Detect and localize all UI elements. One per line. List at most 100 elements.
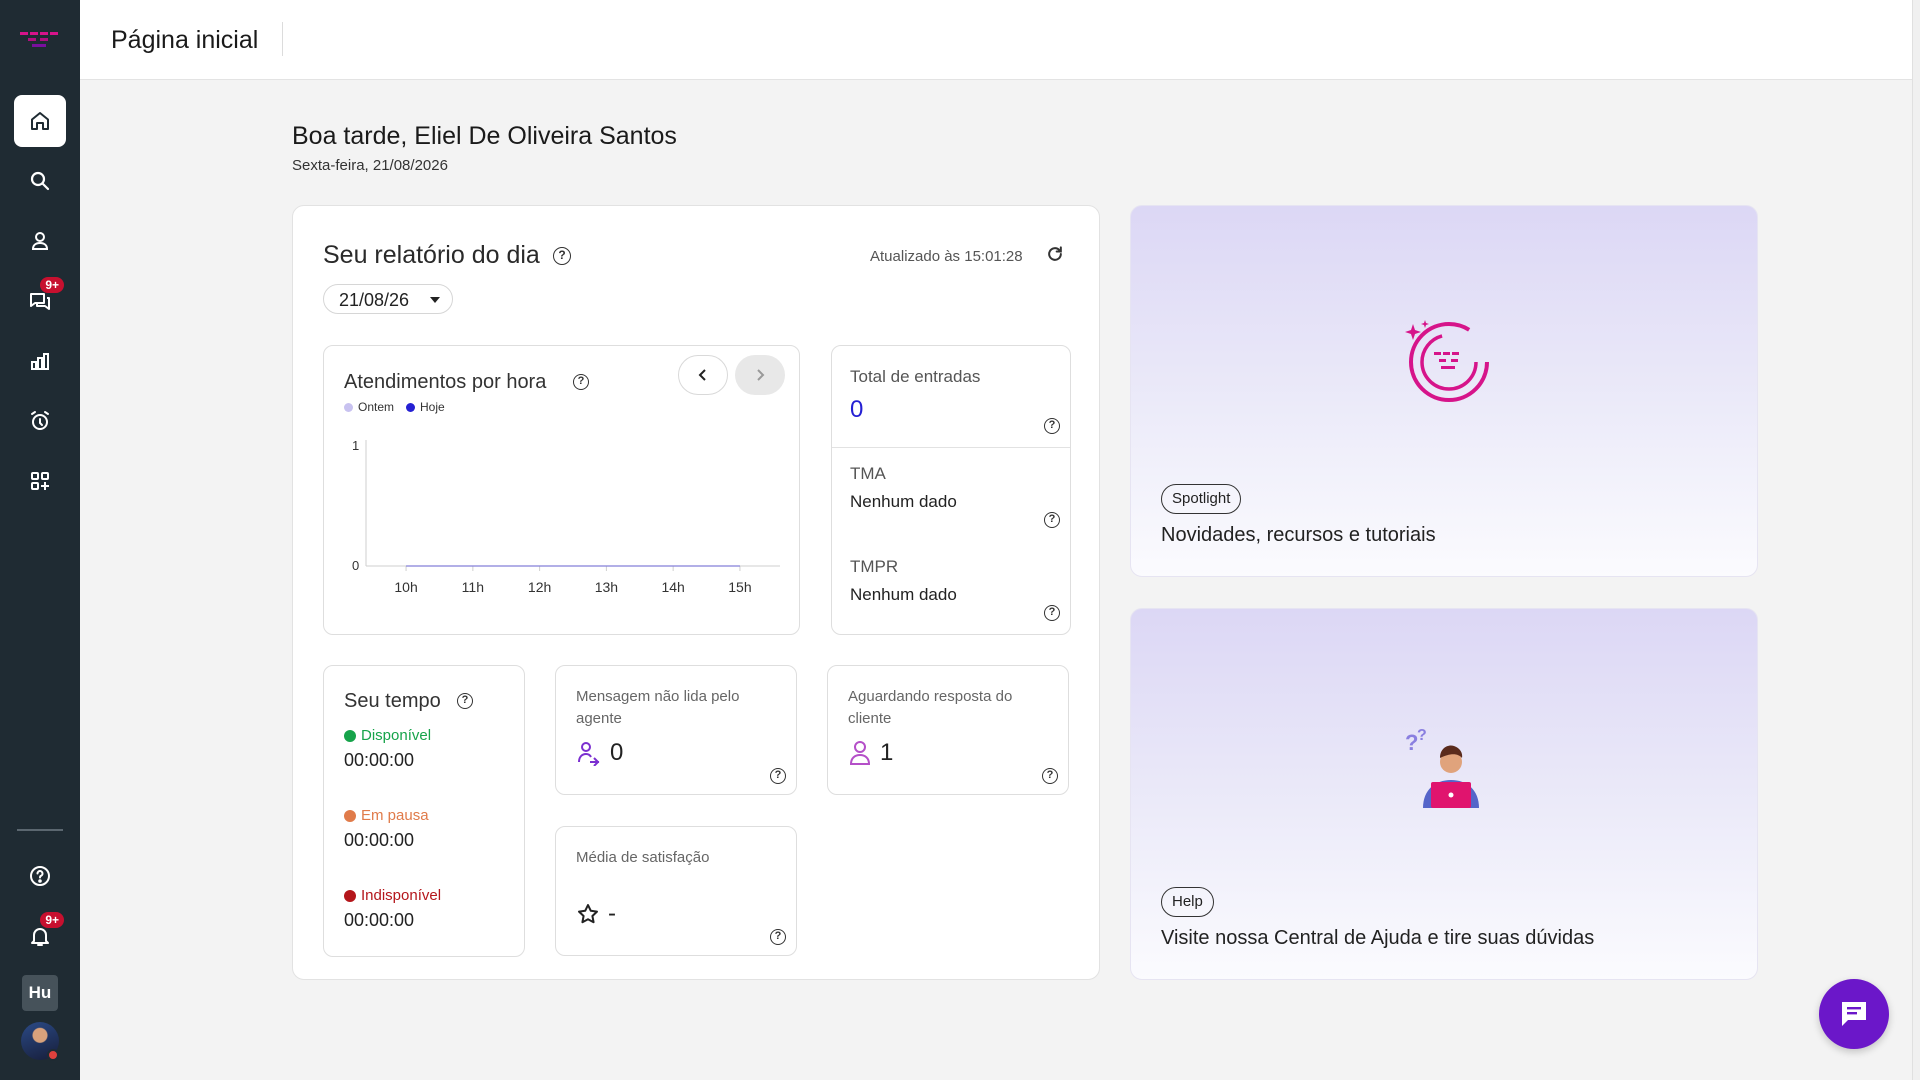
status-unavailable-time: 00:00:00	[344, 910, 415, 930]
conversations-badge: 9+	[40, 277, 64, 293]
hourly-chart: 0 1 10h 11h 12h 13h 14h 15h	[352, 438, 780, 595]
report-help-icon[interactable]: ?	[553, 247, 571, 265]
report-date-select[interactable]: 21/08/26	[323, 284, 453, 314]
user-status-indicator	[47, 1049, 59, 1061]
chevron-left-icon	[698, 369, 706, 381]
satisfaction-panel: Média de satisfação - ?	[555, 826, 797, 956]
top-header: Página inicial	[80, 0, 1912, 80]
chart-prev-button[interactable]	[678, 355, 728, 395]
y-tick-label: 0	[352, 558, 359, 573]
time-help-icon[interactable]: ?	[457, 693, 473, 709]
sidebar-notifications-button[interactable]: 9+	[14, 910, 66, 962]
legend-item-hoje: Hoje	[406, 400, 445, 414]
sidebar-help-button[interactable]	[14, 850, 66, 902]
brand-logo[interactable]	[18, 30, 60, 50]
chevron-right-icon	[757, 369, 765, 381]
spotlight-card[interactable]: Spotlight Novidades, recursos e tutoriai…	[1130, 205, 1758, 577]
chart-legend: Ontem Hoje	[344, 400, 445, 414]
search-icon	[30, 171, 50, 191]
sidebar-item-home[interactable]	[14, 95, 66, 147]
help-center-card[interactable]: ? ? Help Visite nossa Central de Ajuda e…	[1130, 608, 1758, 980]
sidebar-item-conversations[interactable]: 9+	[14, 275, 66, 327]
status-unavailable: Indisponível	[344, 887, 441, 904]
stat-tmpr-help-icon[interactable]: ?	[1044, 605, 1060, 621]
stat-total-label: Total de entradas	[850, 367, 981, 386]
person-icon	[31, 232, 49, 250]
time-title: Seu tempo	[344, 690, 441, 712]
stat-total: Total de entradas 0 ?	[832, 346, 1070, 446]
chart-help-icon[interactable]: ?	[573, 374, 589, 390]
status-available: Disponível	[344, 727, 431, 744]
stats-panel: Total de entradas 0 ? TMA Nenhum dado ? …	[831, 345, 1071, 635]
y-tick-label: 1	[352, 438, 359, 453]
awaiting-reply-label: Aguardando resposta do cliente	[848, 688, 1013, 727]
status-paused-label: Em pausa	[361, 807, 429, 824]
legend-label-ontem: Ontem	[358, 400, 395, 414]
star-icon	[578, 904, 598, 924]
x-tick-label: 10h	[394, 579, 417, 595]
satisfaction-help-icon[interactable]: ?	[770, 929, 786, 945]
satisfaction-label: Média de satisfação	[576, 849, 710, 866]
satisfaction-value: -	[608, 900, 616, 927]
chevron-down-icon	[430, 297, 440, 303]
greeting-title: Boa tarde, Eliel De Oliveira Santos	[292, 122, 677, 150]
awaiting-help-icon[interactable]: ?	[1042, 768, 1058, 784]
x-tick-label: 11h	[462, 579, 484, 595]
page-title: Página inicial	[111, 26, 259, 54]
status-available-label: Disponível	[361, 727, 432, 744]
awaiting-reply-value-row: 1	[848, 739, 893, 767]
notifications-badge: 9+	[40, 912, 64, 928]
sidebar-item-reports[interactable]	[14, 335, 66, 387]
greeting-date: Sexta-feira, 21/08/2026	[292, 157, 448, 174]
header-divider	[282, 22, 283, 56]
agent-unread-icon	[578, 742, 600, 766]
sidebar-item-contacts[interactable]	[14, 215, 66, 267]
home-icon	[31, 112, 49, 130]
sidebar-item-apps[interactable]	[14, 455, 66, 507]
time-panel: Seu tempo ? Disponível 00:00:00 Em pausa…	[323, 665, 525, 957]
bar-chart-icon	[31, 353, 49, 370]
report-title: Seu relatório do dia	[323, 241, 540, 269]
chat-support-button[interactable]	[1819, 979, 1889, 1049]
legend-dot-ontem	[344, 402, 353, 412]
report-date-value: 21/08/26	[339, 290, 410, 310]
chart-next-button[interactable]	[735, 355, 785, 395]
unread-messages-label: Mensagem não lida pelo agente	[576, 688, 740, 727]
sidebar-item-monitor[interactable]	[14, 395, 66, 447]
chat-bubble-icon	[1842, 1002, 1866, 1026]
x-tick-label: 12h	[528, 579, 551, 595]
x-tick-label: 15h	[728, 579, 751, 595]
unread-messages-value-row: 0	[576, 739, 623, 767]
stat-tma-help-icon[interactable]: ?	[1044, 512, 1060, 528]
status-dot-unavailable	[344, 889, 356, 902]
help-chip: Help	[1161, 887, 1214, 917]
status-dot-available	[344, 729, 356, 742]
x-tick-label: 14h	[661, 579, 684, 595]
status-paused-time: 00:00:00	[344, 830, 415, 850]
help-text: Visite nossa Central de Ajuda e tire sua…	[1161, 927, 1595, 949]
refresh-icon[interactable]	[1045, 244, 1065, 264]
help-person-illustration: ? ?	[1405, 727, 1479, 808]
sidebar: 9+ 9+ Hu	[0, 0, 80, 1080]
stat-tmpr: TMPR Nenhum dado ?	[832, 541, 1070, 634]
legend-dot-hoje	[406, 402, 416, 412]
stat-total-help-icon[interactable]: ?	[1044, 418, 1060, 434]
satisfaction-value-row: -	[576, 900, 616, 928]
daily-report-card: Seu relatório do dia ? Atualizado às 15:…	[292, 205, 1100, 980]
hourly-chart-panel: Atendimentos por hora ? Ontem Hoje 0 1 10h…	[323, 345, 800, 635]
updated-timestamp: Atualizado às 15:01:28	[870, 248, 1023, 265]
unread-help-icon[interactable]: ?	[770, 768, 786, 784]
x-tick-label: 13h	[595, 579, 618, 595]
help-icon	[30, 866, 50, 886]
awaiting-reply-value: 1	[880, 739, 894, 766]
status-dot-paused	[344, 809, 356, 822]
stat-tma: TMA Nenhum dado ?	[832, 448, 1070, 541]
customer-icon	[849, 741, 871, 765]
legend-label-hoje: Hoje	[420, 400, 445, 414]
status-unavailable-label: Indisponível	[361, 887, 442, 904]
workspace-button[interactable]: Hu	[22, 975, 58, 1011]
spotlight-text: Novidades, recursos e tutoriais	[1161, 524, 1436, 546]
sidebar-item-search[interactable]	[14, 155, 66, 207]
page-scrollbar[interactable]	[1912, 0, 1920, 1080]
status-available-time: 00:00:00	[344, 750, 415, 770]
